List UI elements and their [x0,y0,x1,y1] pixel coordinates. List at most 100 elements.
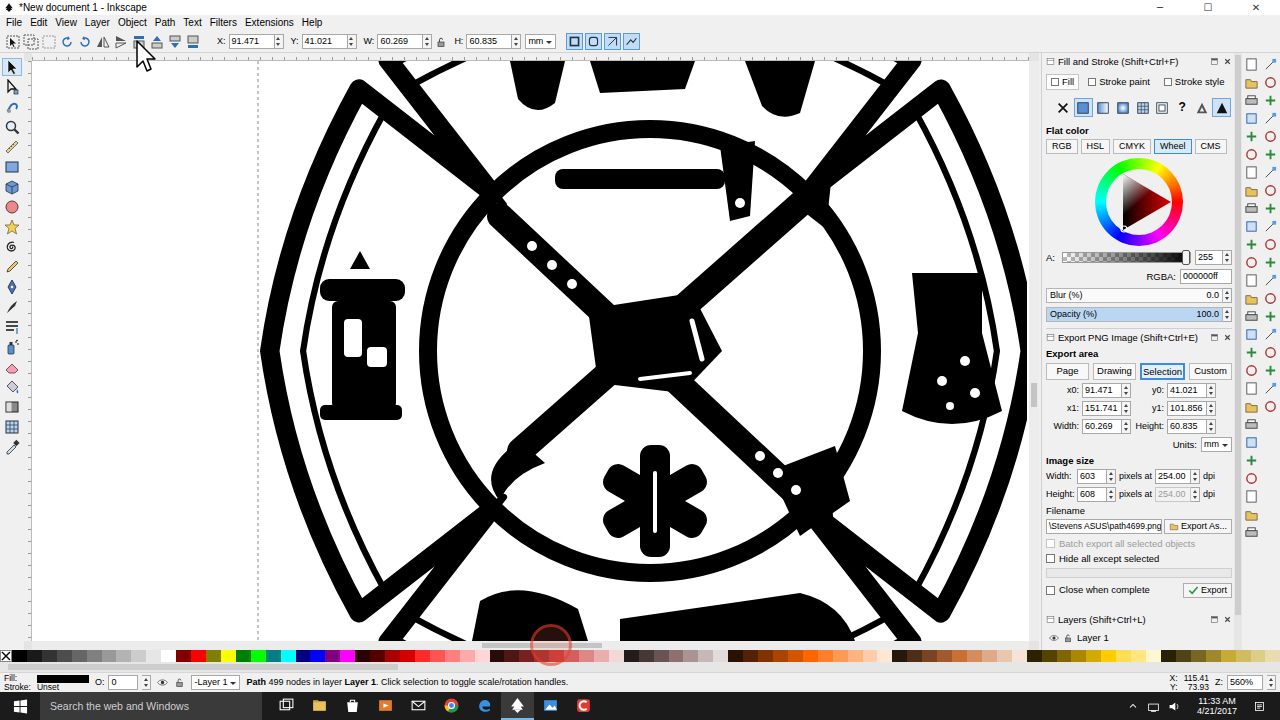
command-icon[interactable] [1244,255,1259,270]
alpha-slider[interactable] [1062,252,1191,263]
command-button[interactable] [113,34,129,50]
menu-item[interactable]: Filters [206,17,241,29]
palette-swatch[interactable] [400,650,415,662]
palette-swatch[interactable] [907,650,922,662]
palette-swatch[interactable] [42,650,57,662]
command-icon[interactable] [1244,381,1259,396]
palette-swatch[interactable] [803,650,818,662]
left-ruler[interactable] [24,61,32,641]
snap-icon[interactable] [1263,363,1278,378]
palette-swatch[interactable] [1071,650,1086,662]
command-button[interactable] [131,34,147,50]
command-button[interactable] [149,34,165,50]
command-icon[interactable] [1244,363,1259,378]
palette-swatch[interactable] [1086,650,1101,662]
command-icon[interactable] [1244,327,1259,342]
palette-swatch[interactable] [1236,650,1251,662]
paint-type-button[interactable]: ? [1173,98,1192,117]
coordinate-field[interactable]: 60.835 [466,34,512,49]
palette-swatch[interactable] [594,650,609,662]
fill-stroke-indicator[interactable]: Unset [37,674,89,692]
spin-buttons[interactable] [423,34,432,49]
command-icon[interactable] [1244,57,1259,72]
tool-button[interactable] [2,358,22,376]
undock-icon[interactable] [1210,57,1219,66]
palette-swatch[interactable] [445,650,460,662]
snap-icon[interactable] [1263,291,1278,306]
snap-icon[interactable] [1263,165,1278,180]
palette-swatch[interactable] [87,650,102,662]
snap-icon[interactable] [1263,57,1278,72]
palette-swatch[interactable] [758,650,773,662]
snap-icon[interactable] [1263,219,1278,234]
taskbar-app[interactable] [501,692,534,720]
spin-buttons[interactable] [348,34,357,49]
palette-swatch[interactable] [683,650,698,662]
palette-swatch[interactable] [1206,650,1221,662]
clock[interactable]: 11:33 AM4/21/2017 [1189,696,1245,716]
palette-swatch[interactable] [1146,650,1161,662]
palette-swatch[interactable] [355,650,370,662]
rgba-field[interactable]: 000000ff [1180,269,1232,284]
spin-buttons[interactable] [1107,487,1116,502]
palette-swatch[interactable] [1161,650,1176,662]
opacity-slider[interactable]: Opacity (%)100.0 [1046,307,1223,322]
palette-swatch[interactable] [490,650,505,662]
paint-type-button[interactable] [1133,98,1152,117]
spin-buttons[interactable] [1223,307,1232,322]
close-icon[interactable] [1223,615,1232,624]
transform-toggle[interactable] [566,33,583,50]
palette-swatch[interactable] [639,650,654,662]
tool-button[interactable] [2,238,22,256]
color-triangle[interactable] [1106,169,1172,235]
command-button[interactable] [95,34,111,50]
spin-buttons[interactable] [1207,401,1216,416]
palette-swatch[interactable] [1131,650,1146,662]
taskbar-app[interactable] [567,692,600,720]
start-button[interactable] [0,692,40,720]
palette-swatch[interactable] [1012,650,1027,662]
chevron-icon[interactable] [1127,700,1139,712]
transform-toggle[interactable] [623,33,640,50]
palette-swatch[interactable] [892,650,907,662]
palette-swatch[interactable] [564,650,579,662]
units-select[interactable]: mm [1201,437,1232,452]
spin-buttons[interactable] [1191,487,1200,502]
tool-button[interactable] [2,218,22,236]
command-icon[interactable] [1244,183,1259,198]
palette-swatch[interactable] [1042,650,1057,662]
palette-swatch[interactable] [997,650,1012,662]
opacity-field[interactable]: 0 [108,675,138,690]
taskbar-app[interactable] [435,692,468,720]
spin-buttons[interactable] [1122,419,1131,434]
spin-buttons[interactable] [1207,383,1216,398]
taskbar-app[interactable] [336,692,369,720]
spin-buttons[interactable] [512,34,521,49]
palette-swatch[interactable] [340,650,355,662]
blur-slider[interactable]: Blur (%)0.0 [1046,288,1223,303]
taskbar-app[interactable] [369,692,402,720]
tool-button[interactable] [2,338,22,356]
snap-icon[interactable] [1263,399,1278,414]
undock-icon[interactable] [1210,333,1219,342]
coord-field[interactable]: 101.856 [1167,401,1207,416]
command-button[interactable] [77,34,93,50]
taskbar-app[interactable] [270,692,303,720]
command-icon[interactable] [1244,93,1259,108]
snap-icon[interactable] [1263,327,1278,342]
palette-swatch[interactable] [116,650,131,662]
horizontal-scrollbar[interactable] [32,641,1029,650]
tool-button[interactable] [2,58,22,76]
palette-swatch[interactable] [236,650,251,662]
palette-swatch[interactable] [1057,650,1072,662]
menu-item[interactable]: Path [151,17,180,29]
command-button[interactable] [5,34,21,50]
tool-button[interactable] [2,318,22,336]
command-icon[interactable] [1244,435,1259,450]
palette-swatch[interactable] [624,650,639,662]
snap-icon[interactable] [1263,345,1278,360]
spin-buttons[interactable] [1107,469,1116,484]
snap-icon[interactable] [1263,201,1278,216]
notifications-icon[interactable] [1253,700,1266,713]
eye-icon[interactable] [1049,633,1059,643]
